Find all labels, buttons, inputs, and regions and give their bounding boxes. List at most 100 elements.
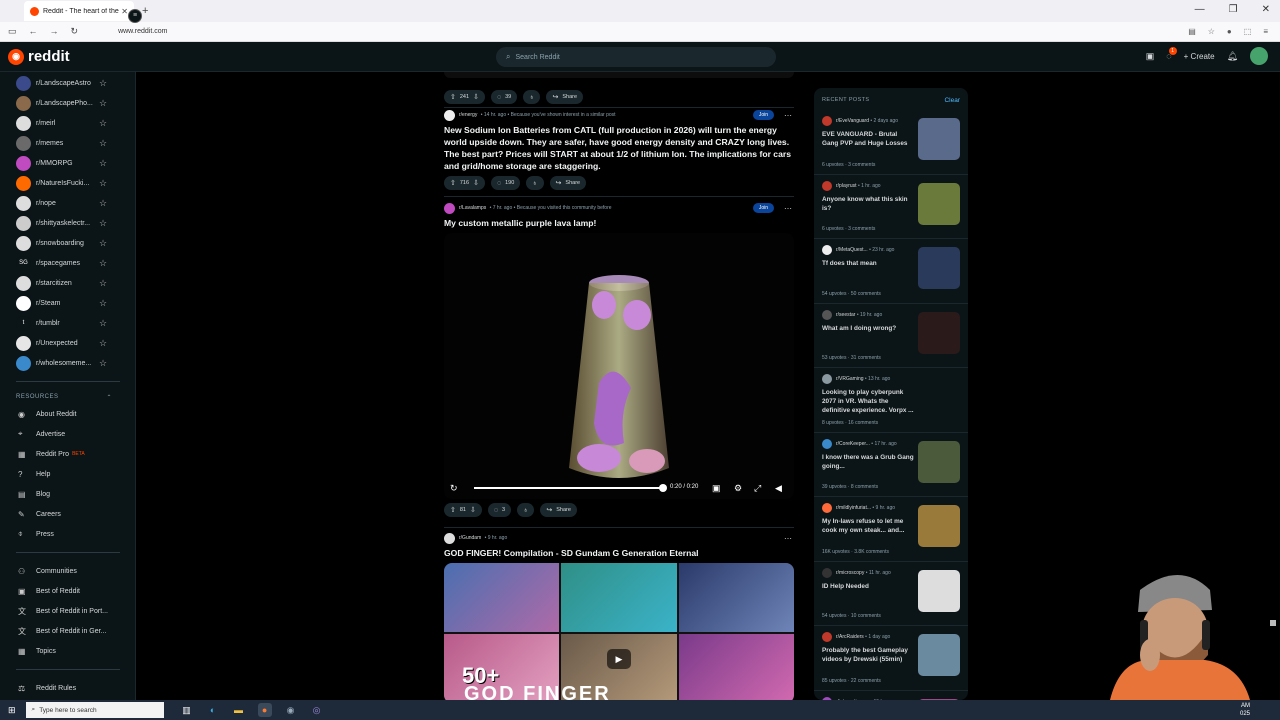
reload-icon[interactable]: ↻ xyxy=(71,26,79,37)
favorite-star-icon[interactable]: ☆ xyxy=(99,158,107,169)
scroll-handle[interactable] xyxy=(1270,620,1276,626)
recent-post-item[interactable]: r/playrust • 1 hr. ago Anyone know what … xyxy=(814,175,968,239)
share-button[interactable]: ↪ Share xyxy=(540,503,577,517)
favorite-star-icon[interactable]: ☆ xyxy=(99,338,107,349)
sidebar-item-subreddit[interactable]: r/meirl ☆ xyxy=(0,113,135,133)
subreddit-name[interactable]: r/playrust xyxy=(836,183,857,189)
recent-post-thumbnail[interactable] xyxy=(918,311,960,354)
subreddit-name[interactable]: r/CoreKeeper... xyxy=(836,441,870,447)
join-button[interactable]: Join xyxy=(752,110,774,120)
subreddit-name[interactable]: r/Gundam xyxy=(459,535,481,541)
obs-icon[interactable]: ◎ xyxy=(310,703,324,717)
close-window-icon[interactable]: ✕ xyxy=(1262,4,1270,15)
recent-post-item[interactable]: r/VRGaming • 13 hr. ago Looking to play … xyxy=(814,368,968,433)
recent-post-item[interactable]: r/seestar • 19 hr. ago What am I doing w… xyxy=(814,304,968,368)
edge-icon[interactable]: ◐ xyxy=(206,703,220,717)
post-lavalamps[interactable]: r/Lavalamps • 7 hr. ago • Because you vi… xyxy=(444,201,794,517)
vote-button[interactable]: ⇧ 241 ⇩ xyxy=(444,90,485,104)
resources-header[interactable]: RESOURCES ⌃ xyxy=(0,390,112,404)
favorite-star-icon[interactable]: ☆ xyxy=(99,318,107,329)
join-button[interactable]: Join xyxy=(752,203,774,213)
favorite-star-icon[interactable]: ☆ xyxy=(99,198,107,209)
file-explorer-icon[interactable]: ▬ xyxy=(232,703,246,717)
sidebar-item-subreddit[interactable]: t r/tumblr ☆ xyxy=(0,313,135,333)
recent-post-title[interactable]: My In-laws refuse to let me cook my own … xyxy=(822,517,914,535)
sidebar-link[interactable]: ? Help xyxy=(0,464,135,484)
recent-post-thumbnail[interactable] xyxy=(918,569,960,612)
sidebar-item-subreddit[interactable]: r/Steam ☆ xyxy=(0,293,135,313)
account-icon[interactable]: ● xyxy=(1227,27,1232,36)
recent-post-title[interactable]: I know there was a Grub Gang going... xyxy=(822,453,914,471)
subreddit-name[interactable]: r/energy xyxy=(459,112,477,118)
sidebar-link[interactable]: ⌖ Advertise xyxy=(0,424,135,444)
recent-post-item[interactable]: r/EveVanguard • 2 days ago EVE VANGUARD … xyxy=(814,110,968,175)
steam-icon[interactable]: ◉ xyxy=(284,703,298,717)
task-view-icon[interactable]: ▥ xyxy=(180,703,194,717)
recent-post-item[interactable]: r/microscopy • 11 hr. ago ID Help Needed… xyxy=(814,562,968,626)
sidebar-item-subreddit[interactable]: r/snowboarding ☆ xyxy=(0,233,135,253)
recent-post-title[interactable]: EVE VANGUARD - Brutal Gang PVP and Huge … xyxy=(822,130,914,148)
sidebar-item-subreddit[interactable]: r/shittyaskelectr... ☆ xyxy=(0,213,135,233)
recent-post-title[interactable]: Tf does that mean xyxy=(822,259,914,268)
minimize-icon[interactable]: — xyxy=(1195,4,1205,15)
subreddit-name[interactable]: r/ArcRaiders xyxy=(836,634,864,640)
upvote-icon[interactable]: ⇧ xyxy=(450,506,456,514)
vote-button[interactable]: ⇧ 716 ⇩ xyxy=(444,176,485,190)
favorite-star-icon[interactable]: ☆ xyxy=(99,98,107,109)
back-icon[interactable]: ← xyxy=(29,26,38,37)
sidebar-link[interactable]: ▣ Best of Reddit xyxy=(0,581,135,601)
favorite-star-icon[interactable]: ☆ xyxy=(99,258,107,269)
create-button[interactable]: + Create xyxy=(1184,52,1215,61)
recent-post-thumbnail[interactable] xyxy=(918,182,960,225)
downvote-icon[interactable]: ⇩ xyxy=(473,93,479,101)
favorite-star-icon[interactable]: ☆ xyxy=(99,278,107,289)
upvote-icon[interactable]: ⇧ xyxy=(450,93,456,101)
award-button[interactable]: ♁ xyxy=(526,176,544,190)
recent-post-item[interactable]: r/MetaQuest... • 23 hr. ago Tf does that… xyxy=(814,239,968,304)
more-options-icon[interactable]: ⋯ xyxy=(784,204,792,213)
clear-button[interactable]: Clear xyxy=(944,97,960,104)
favorite-star-icon[interactable]: ☆ xyxy=(99,178,107,189)
subreddit-name[interactable]: r/EveVanguard xyxy=(836,118,869,124)
favorite-star-icon[interactable]: ☆ xyxy=(99,138,107,149)
recent-post-thumbnail[interactable] xyxy=(918,118,960,160)
subreddit-name[interactable]: r/seestar xyxy=(836,312,855,318)
recent-post-title[interactable]: Anyone know what this skin is? xyxy=(822,195,914,213)
sidebar-item-subreddit[interactable]: r/memes ☆ xyxy=(0,133,135,153)
progress-handle[interactable] xyxy=(659,484,667,492)
reader-icon[interactable]: ▤ xyxy=(1188,27,1196,36)
recent-post-title[interactable]: ID Help Needed xyxy=(822,582,914,591)
favorite-star-icon[interactable]: ☆ xyxy=(99,358,107,369)
windows-start-icon[interactable]: ⊞ xyxy=(8,705,16,716)
more-options-icon[interactable]: ⋯ xyxy=(784,111,792,120)
upvote-icon[interactable]: ⇧ xyxy=(450,179,456,187)
sidebar-item-subreddit[interactable]: r/LandscapeAstro ☆ xyxy=(0,73,135,93)
comments-button[interactable]: ◌ 39 xyxy=(490,90,518,104)
recent-post-thumbnail[interactable] xyxy=(918,247,960,289)
favorite-star-icon[interactable]: ☆ xyxy=(99,78,107,89)
downvote-icon[interactable]: ⇩ xyxy=(470,506,476,514)
taskbar-search[interactable]: ⌕ Type here to search xyxy=(25,702,164,718)
bookmark-star-icon[interactable]: ☆ xyxy=(1208,27,1215,36)
recent-post-item[interactable]: r/interestinga... • 15 hr. ago xyxy=(814,691,968,700)
subreddit-name[interactable]: r/MetaQuest... xyxy=(836,247,868,253)
favorite-star-icon[interactable]: ☆ xyxy=(99,118,107,129)
favorite-star-icon[interactable]: ☆ xyxy=(99,298,107,309)
video-player[interactable]: ↻ 0:20 / 0:20 ▣ ⚙ ⤢ ◀ xyxy=(444,233,794,499)
close-tab-icon[interactable]: ✕ xyxy=(121,7,128,16)
comments-button[interactable]: ◌ 190 xyxy=(490,176,521,190)
url-field[interactable]: www.reddit.com xyxy=(118,28,1188,35)
share-button[interactable]: ↪ Share xyxy=(549,176,587,190)
recent-post-thumbnail[interactable] xyxy=(918,440,960,483)
menu-icon[interactable]: ≡ xyxy=(1263,27,1268,36)
browser-tab[interactable]: Reddit - The heart of the interne ✕ xyxy=(24,1,134,21)
forward-icon[interactable]: → xyxy=(50,26,59,37)
sidebar-item-subreddit[interactable]: r/Unexpected ☆ xyxy=(0,333,135,353)
award-button[interactable]: ♁ xyxy=(517,503,535,517)
recent-post-thumbnail[interactable] xyxy=(918,505,960,547)
sidebar-link[interactable]: ⌽ Press xyxy=(0,524,135,544)
reddit-logo[interactable]: ◉ reddit xyxy=(8,48,70,65)
advertise-icon[interactable]: ▣ xyxy=(1146,51,1155,62)
progress-bar[interactable] xyxy=(474,487,664,489)
award-button[interactable]: ♁ xyxy=(523,90,541,104)
